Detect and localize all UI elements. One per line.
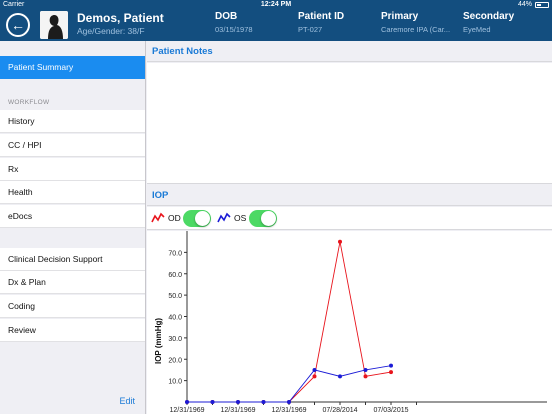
data-point-os [261,400,266,404]
data-point-os [389,363,393,368]
sidebar-item-rx[interactable]: Rx [0,158,145,181]
data-point-od [312,374,317,379]
y-tick-label: 10.0 [168,379,182,386]
patient-photo-icon [40,11,68,39]
primary-insurance-label: Primary [381,11,419,22]
dob-value: 03/15/1978 [215,25,253,34]
sidebar-item-edocs[interactable]: eDocs [0,205,145,228]
y-axis-title: IOP (mmHg) [154,318,163,364]
dob-column: DOB 03/15/1978 [215,11,253,34]
status-time: 12:24 PM [260,1,292,8]
workflow-section-label: WORKFLOW [8,99,50,106]
series-line-od [187,241,392,403]
patient-notes-area[interactable] [147,63,552,184]
od-toggle[interactable] [183,210,211,227]
data-point-od [338,239,342,244]
data-point-os [338,374,342,379]
iop-chart: 10.0 20.0 30.0 40.0 50.0 60.0 70.0 IOP (mmHg) 12… [147,231,552,414]
od-line-icon [151,212,165,223]
dob-label: DOB [215,11,238,22]
patient-age-gender: Age/Gender: 38/F [77,26,145,36]
sidebar-item-health[interactable]: Health [0,181,145,204]
x-tick-label: 12/31/1969 [169,407,204,414]
data-point-os [363,367,368,372]
y-tick-label: 40.0 [168,315,182,322]
data-point-os [185,400,189,404]
primary-insurance-column: Primary Caremore IPA (Car... [381,11,450,34]
data-point-od [363,374,368,379]
patient-notes-header: Patient Notes [147,41,552,62]
arrow-left-icon: ← [11,17,25,33]
status-bar: Carrier 12:24 PM 44% [0,0,552,9]
sidebar-item-clinical-decision-support[interactable]: Clinical Decision Support [0,248,145,271]
patient-id-value: PT-027 [298,25,323,34]
primary-insurance-value: Caremore IPA (Car... [381,25,451,34]
os-toggle[interactable] [249,210,277,227]
data-point-os [236,400,240,404]
sidebar-item-cc-hpi[interactable]: CC / HPI [0,134,145,157]
os-label: OS [234,213,247,223]
secondary-insurance-column: Secondary EyeMed [463,11,514,34]
os-line-icon [217,212,231,223]
iop-header: IOP [147,185,552,206]
battery-percent: 44% [517,1,532,8]
series-line-os [187,365,392,403]
back-button[interactable]: ← [6,13,30,37]
edit-button[interactable]: Edit [119,396,135,406]
sidebar-item-patient-summary[interactable]: Patient Summary [0,56,145,79]
patient-id-label: Patient ID [298,11,345,22]
iop-chart-svg: 10.0 20.0 30.0 40.0 50.0 60.0 70.0 IOP (mmHg) 12… [154,231,547,414]
sidebar-item-coding[interactable]: Coding [0,295,145,318]
y-tick-label: 50.0 [168,293,182,300]
od-label: OD [168,213,181,223]
iop-legend-bar: OD OS [147,207,552,230]
patient-header: ← Demos, Patient Age/Gender: 38/F DOB 03… [0,9,552,41]
data-point-os [287,400,291,404]
sidebar-item-dx-plan[interactable]: Dx & Plan [0,271,145,294]
sidebar: Patient Summary WORKFLOW History CC / HP… [0,41,146,414]
y-tick-label: 20.0 [168,357,182,364]
data-point-os [210,400,215,404]
data-point-od [389,370,393,375]
patient-name: Demos, Patient [77,11,164,25]
x-tick-label: 07/28/2014 [322,407,357,414]
x-tick-label: 12/31/1969 [220,407,255,414]
y-tick-label: 60.0 [168,272,182,279]
x-tick-label: 07/03/2015 [373,407,408,414]
avatar[interactable] [40,11,68,39]
patient-id-column: Patient ID PT-027 [298,11,344,34]
y-tick-label: 30.0 [168,336,182,343]
sidebar-item-review[interactable]: Review [0,319,145,342]
secondary-insurance-label: Secondary [463,11,515,22]
data-point-os [312,367,317,372]
y-tick-label: 70.0 [168,250,182,257]
battery-icon [535,2,549,8]
x-tick-label: 12/31/1969 [271,407,306,414]
secondary-insurance-value: EyeMed [463,25,491,34]
sidebar-item-history[interactable]: History [0,110,145,133]
